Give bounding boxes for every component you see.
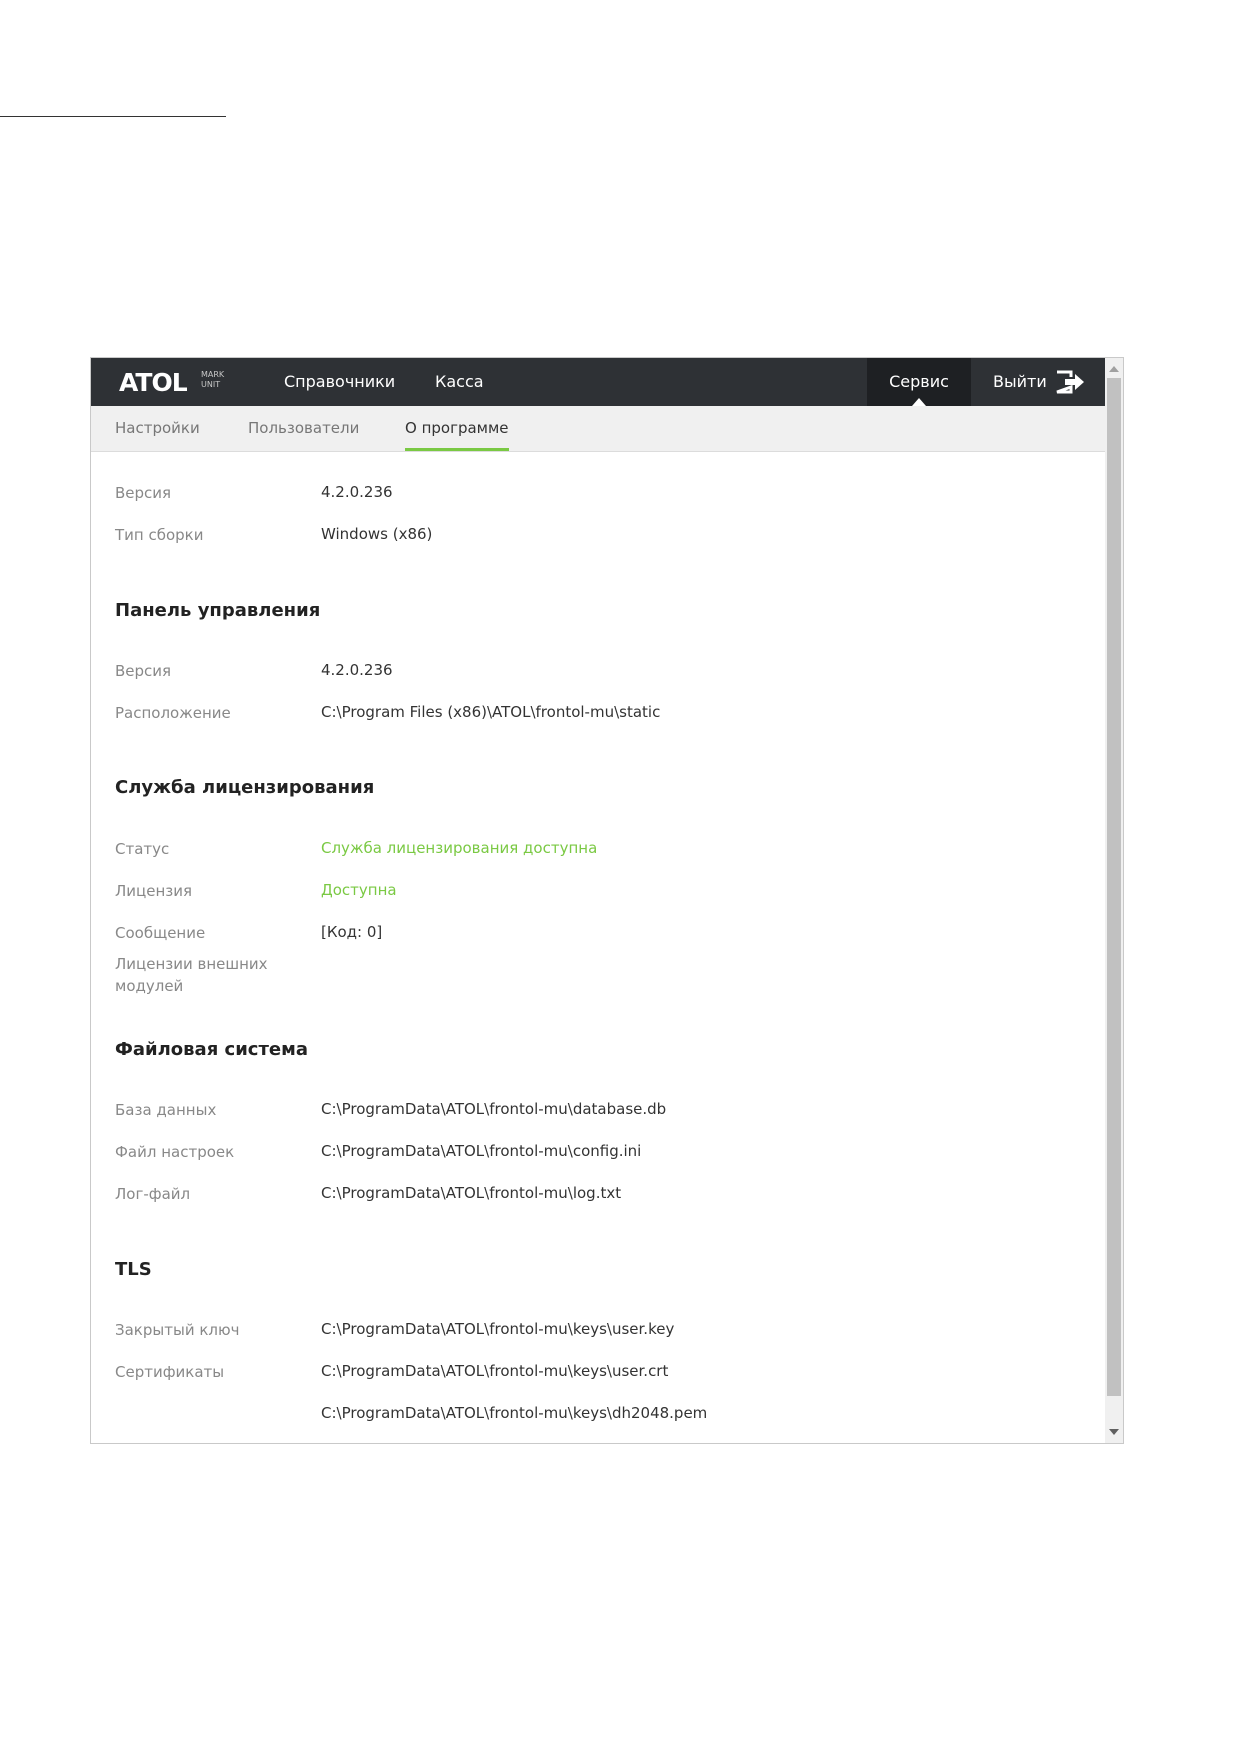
sub-navigation: Настройки Пользователи О программе bbox=[91, 406, 1105, 452]
certificate-path-1: C:\ProgramData\ATOL\frontol-mu\keys\user… bbox=[321, 1362, 669, 1380]
nav-service[interactable]: Сервис bbox=[867, 358, 971, 406]
build-type-value: Windows (x86) bbox=[321, 525, 433, 543]
certificates-label: Сертификаты bbox=[115, 1363, 225, 1381]
license-status-label: Статус bbox=[115, 840, 170, 858]
page-top-rule bbox=[0, 116, 226, 117]
build-type-label: Тип сборки bbox=[115, 526, 204, 544]
filesystem-title: Файловая система bbox=[115, 1039, 308, 1060]
logo-sub-line1: MARK bbox=[201, 370, 225, 379]
tab-about[interactable]: О программе bbox=[405, 406, 509, 451]
external-licenses-label: Лицензии внешних модулей bbox=[115, 953, 268, 997]
license-message-value: [Код: 0] bbox=[321, 923, 383, 941]
private-key-label: Закрытый ключ bbox=[115, 1321, 240, 1339]
license-label: Лицензия bbox=[115, 882, 193, 900]
vertical-scrollbar[interactable] bbox=[1105, 358, 1123, 1443]
program-version-label: Версия bbox=[115, 484, 172, 502]
top-navigation-bar: ATOL MARK UNIT Справочники Касса Сервис … bbox=[91, 358, 1105, 406]
panel-version-value: 4.2.0.236 bbox=[321, 661, 393, 679]
scroll-down-icon[interactable] bbox=[1109, 1429, 1119, 1435]
database-path: C:\ProgramData\ATOL\frontol-mu\database.… bbox=[321, 1100, 667, 1118]
database-label: База данных bbox=[115, 1101, 217, 1119]
scroll-up-icon[interactable] bbox=[1109, 366, 1119, 372]
tab-settings[interactable]: Настройки bbox=[115, 406, 200, 451]
tab-users[interactable]: Пользователи bbox=[248, 406, 359, 451]
nav-logout[interactable]: Выйти bbox=[993, 358, 1047, 406]
licensing-title: Служба лицензирования bbox=[115, 777, 375, 798]
panel-location-label: Расположение bbox=[115, 704, 231, 722]
tls-title: TLS bbox=[115, 1259, 152, 1280]
control-panel-title: Панель управления bbox=[115, 600, 321, 621]
logo-wordmark: ATOL bbox=[119, 368, 188, 397]
private-key-path: C:\ProgramData\ATOL\frontol-mu\keys\user… bbox=[321, 1320, 675, 1338]
active-caret-icon bbox=[912, 398, 926, 406]
log-file-path: C:\ProgramData\ATOL\frontol-mu\log.txt bbox=[321, 1184, 622, 1202]
license-message-label: Сообщение bbox=[115, 924, 206, 942]
program-version-value: 4.2.0.236 bbox=[321, 483, 393, 501]
external-licenses-label-line2: модулей bbox=[115, 977, 184, 995]
license-value: Доступна bbox=[321, 881, 397, 899]
logo-sub-line2: UNIT bbox=[201, 380, 221, 389]
scrollbar-thumb[interactable] bbox=[1107, 378, 1121, 1396]
log-file-label: Лог-файл bbox=[115, 1185, 191, 1203]
logout-icon[interactable] bbox=[1055, 370, 1085, 394]
nav-cash[interactable]: Касса bbox=[435, 358, 484, 406]
certificate-path-2: C:\ProgramData\ATOL\frontol-mu\keys\dh20… bbox=[321, 1404, 708, 1422]
nav-directories[interactable]: Справочники bbox=[284, 358, 395, 406]
license-status-value: Служба лицензирования доступна bbox=[321, 839, 598, 857]
about-content: Версия 4.2.0.236 Тип сборки Windows (x86… bbox=[91, 452, 1105, 1442]
config-file-path: C:\ProgramData\ATOL\frontol-mu\config.in… bbox=[321, 1142, 642, 1160]
nav-service-label: Сервис bbox=[889, 372, 949, 391]
panel-location-value: C:\Program Files (x86)\ATOL\frontol-mu\s… bbox=[321, 703, 661, 721]
config-file-label: Файл настроек bbox=[115, 1143, 235, 1161]
app-window: ATOL MARK UNIT Справочники Касса Сервис … bbox=[90, 357, 1124, 1444]
external-licenses-label-line1: Лицензии внешних bbox=[115, 955, 268, 973]
panel-version-label: Версия bbox=[115, 662, 172, 680]
logo-subtitle: MARK UNIT bbox=[201, 370, 224, 390]
